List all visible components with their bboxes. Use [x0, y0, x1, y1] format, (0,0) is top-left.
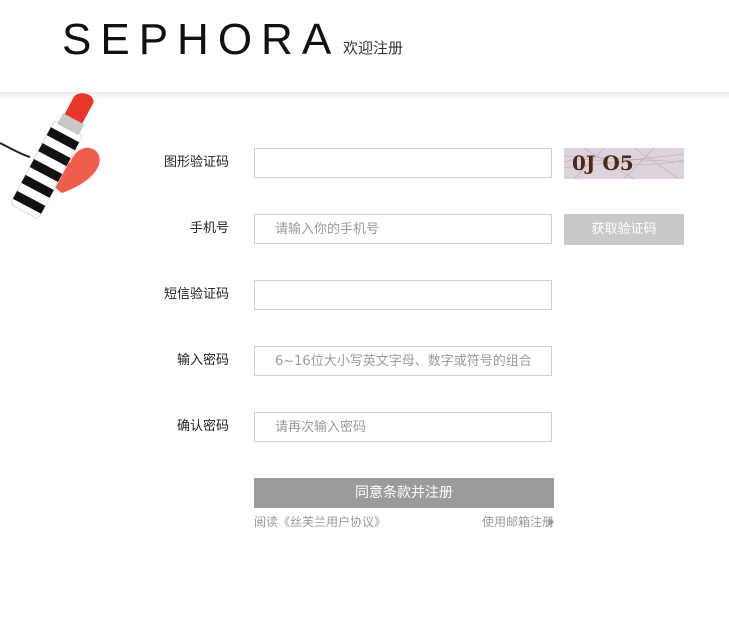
captcha-label: 图形验证码: [163, 155, 229, 170]
confirm-password-row: 确认密码: [0, 412, 729, 442]
sms-code-row: 短信验证码: [0, 280, 729, 310]
password-row: 输入密码: [0, 346, 729, 376]
captcha-text: 0J O5: [572, 151, 634, 175]
get-sms-code-button[interactable]: 获取验证码: [564, 214, 684, 245]
sephora-logo[interactable]: SEPHORA: [62, 16, 340, 64]
page-title: 欢迎注册: [343, 39, 404, 57]
site-header: SEPHORA 欢迎注册: [0, 0, 729, 94]
agree-and-register-button[interactable]: 同意条款并注册: [254, 478, 554, 508]
user-agreement-link[interactable]: 阅读《丝芙兰用户协议》: [254, 514, 386, 530]
sms-code-input[interactable]: [254, 280, 552, 310]
confirm-password-input[interactable]: [254, 412, 552, 442]
password-input[interactable]: [254, 346, 552, 376]
email-register-link[interactable]: 使用邮箱注册: [482, 514, 554, 530]
sms-code-label: 短信验证码: [163, 287, 229, 302]
confirm-password-label: 确认密码: [176, 419, 229, 434]
captcha-image[interactable]: 0J O5: [564, 148, 684, 179]
phone-label: 手机号: [189, 221, 229, 236]
phone-row: 手机号 获取验证码: [0, 214, 729, 245]
caret-right-icon: [549, 518, 554, 526]
phone-input[interactable]: [254, 214, 552, 244]
password-label: 输入密码: [176, 353, 229, 368]
captcha-input[interactable]: [254, 148, 552, 178]
captcha-row: 图形验证码 0J O5: [0, 148, 729, 179]
